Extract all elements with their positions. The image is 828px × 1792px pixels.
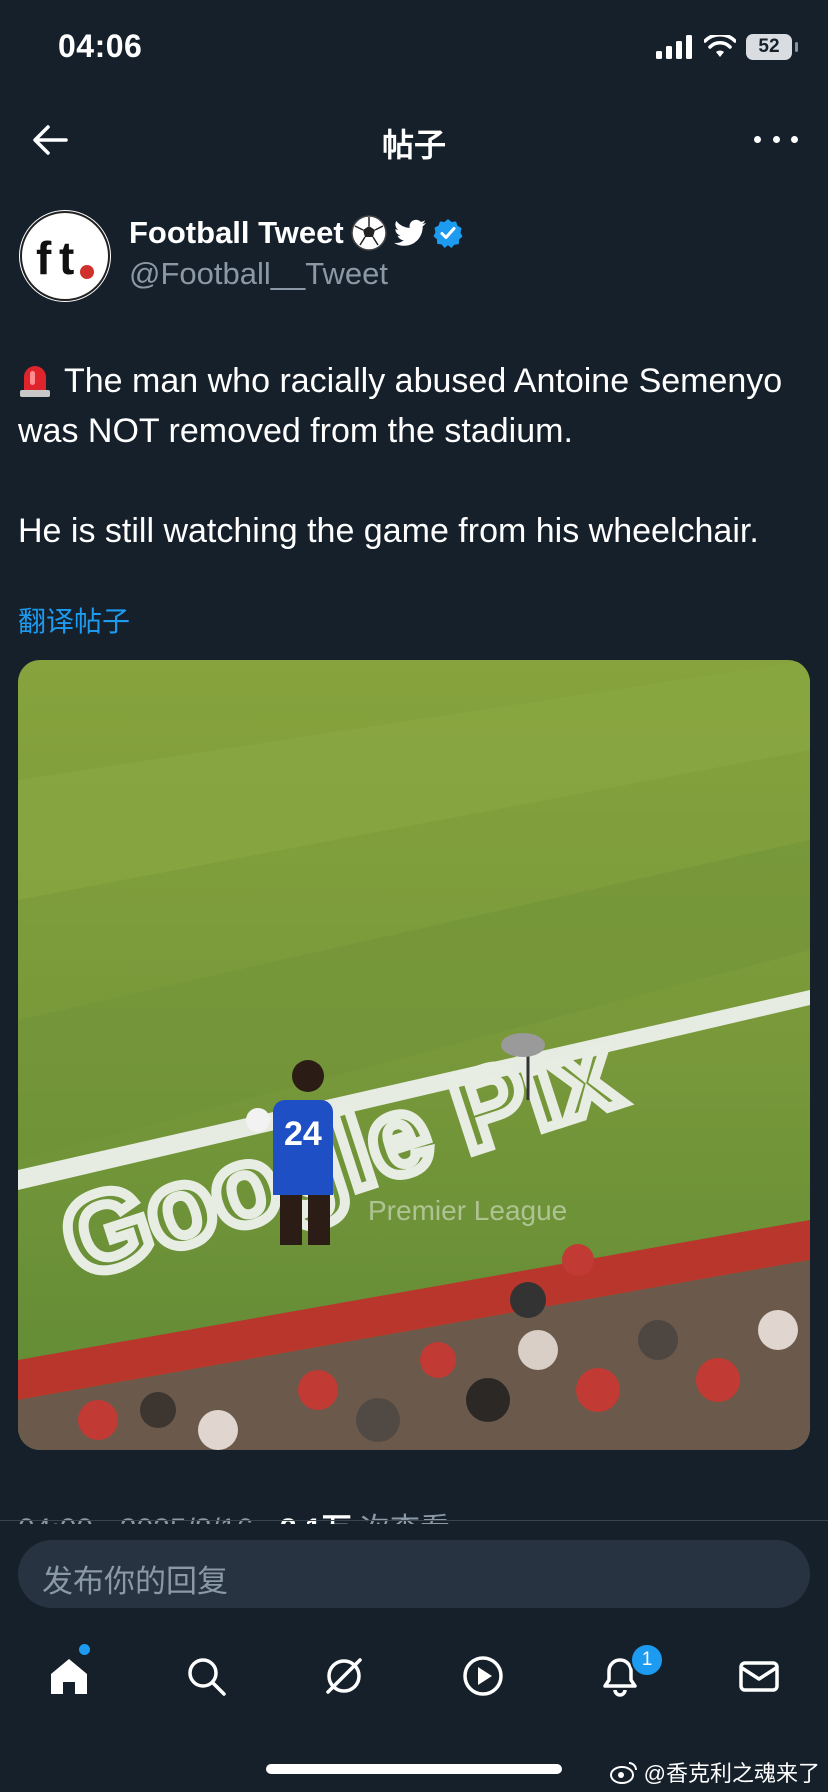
tweet-meta: 04:00 · 2025/8/16 · 2.1万 次查看 xyxy=(18,1504,450,1524)
play-circle-icon xyxy=(463,1656,503,1696)
tweet-paragraph-1: The man who racially abused Antoine Seme… xyxy=(18,362,792,450)
notifications-badge: 1 xyxy=(630,1643,664,1677)
home-indicator[interactable] xyxy=(266,1764,562,1774)
svg-text:t: t xyxy=(59,232,74,284)
tweet-media-video[interactable]: Google Pix 24 Premier League xyxy=(18,660,810,1450)
football-tweet-logo: f t xyxy=(20,211,110,301)
weibo-icon xyxy=(609,1762,637,1784)
search-icon xyxy=(188,1658,226,1696)
weibo-watermark: @香克利之魂来了 xyxy=(609,1756,820,1788)
tab-grok[interactable] xyxy=(316,1648,372,1704)
wifi-icon xyxy=(704,35,736,57)
home-notification-dot xyxy=(79,1644,90,1655)
dot-icon xyxy=(791,135,798,143)
media-watermark: Premier League xyxy=(368,1195,567,1226)
battery-indicator: 52 xyxy=(746,34,798,60)
more-options-button[interactable] xyxy=(754,122,798,156)
view-count: 2.1万 xyxy=(280,1513,352,1524)
tweet-date: 2025/8/16 xyxy=(120,1513,253,1524)
dot-icon xyxy=(772,135,780,143)
reply-placeholder: 发布你的回复 xyxy=(42,1564,228,1599)
tab-messages[interactable] xyxy=(731,1648,787,1704)
tweet-text: The man who racially abused Antoine Seme… xyxy=(18,356,818,556)
soccer-ball-icon xyxy=(350,215,387,251)
author-name: Football Tweet xyxy=(129,215,344,250)
watermark-text: @香克利之魂来了 xyxy=(643,1761,820,1786)
author-name-row[interactable]: Football Tweet xyxy=(129,214,464,252)
rotating-light-icon xyxy=(20,366,50,397)
page-title: 帖子 xyxy=(381,127,446,163)
twitter-bird-icon xyxy=(393,219,426,246)
status-time: 04:06 xyxy=(58,28,143,64)
mail-icon xyxy=(739,1661,779,1692)
jersey-number: 24 xyxy=(284,1115,322,1153)
home-icon xyxy=(51,1659,87,1694)
divider xyxy=(0,1520,828,1521)
avatar[interactable]: f t xyxy=(19,210,111,302)
tab-search[interactable] xyxy=(178,1648,234,1704)
tab-video[interactable] xyxy=(455,1648,511,1704)
status-icons: 52 xyxy=(656,34,798,60)
grok-icon xyxy=(326,1658,362,1694)
football-pitch-image: Google Pix 24 Premier League xyxy=(18,660,810,1450)
verified-badge-icon xyxy=(433,219,463,248)
svg-text:f: f xyxy=(36,232,52,284)
tab-home[interactable] xyxy=(41,1648,97,1704)
translate-post-link[interactable]: 翻译帖子 xyxy=(18,600,130,640)
tweet-time: 04:00 xyxy=(18,1513,93,1524)
view-count-label: 次查看 xyxy=(360,1513,450,1524)
dot-icon xyxy=(754,135,761,143)
signal-icon xyxy=(656,35,692,59)
tweet-paragraph-2: He is still watching the game from his w… xyxy=(18,512,759,550)
author-handle[interactable]: @Football__Tweet xyxy=(129,256,388,292)
